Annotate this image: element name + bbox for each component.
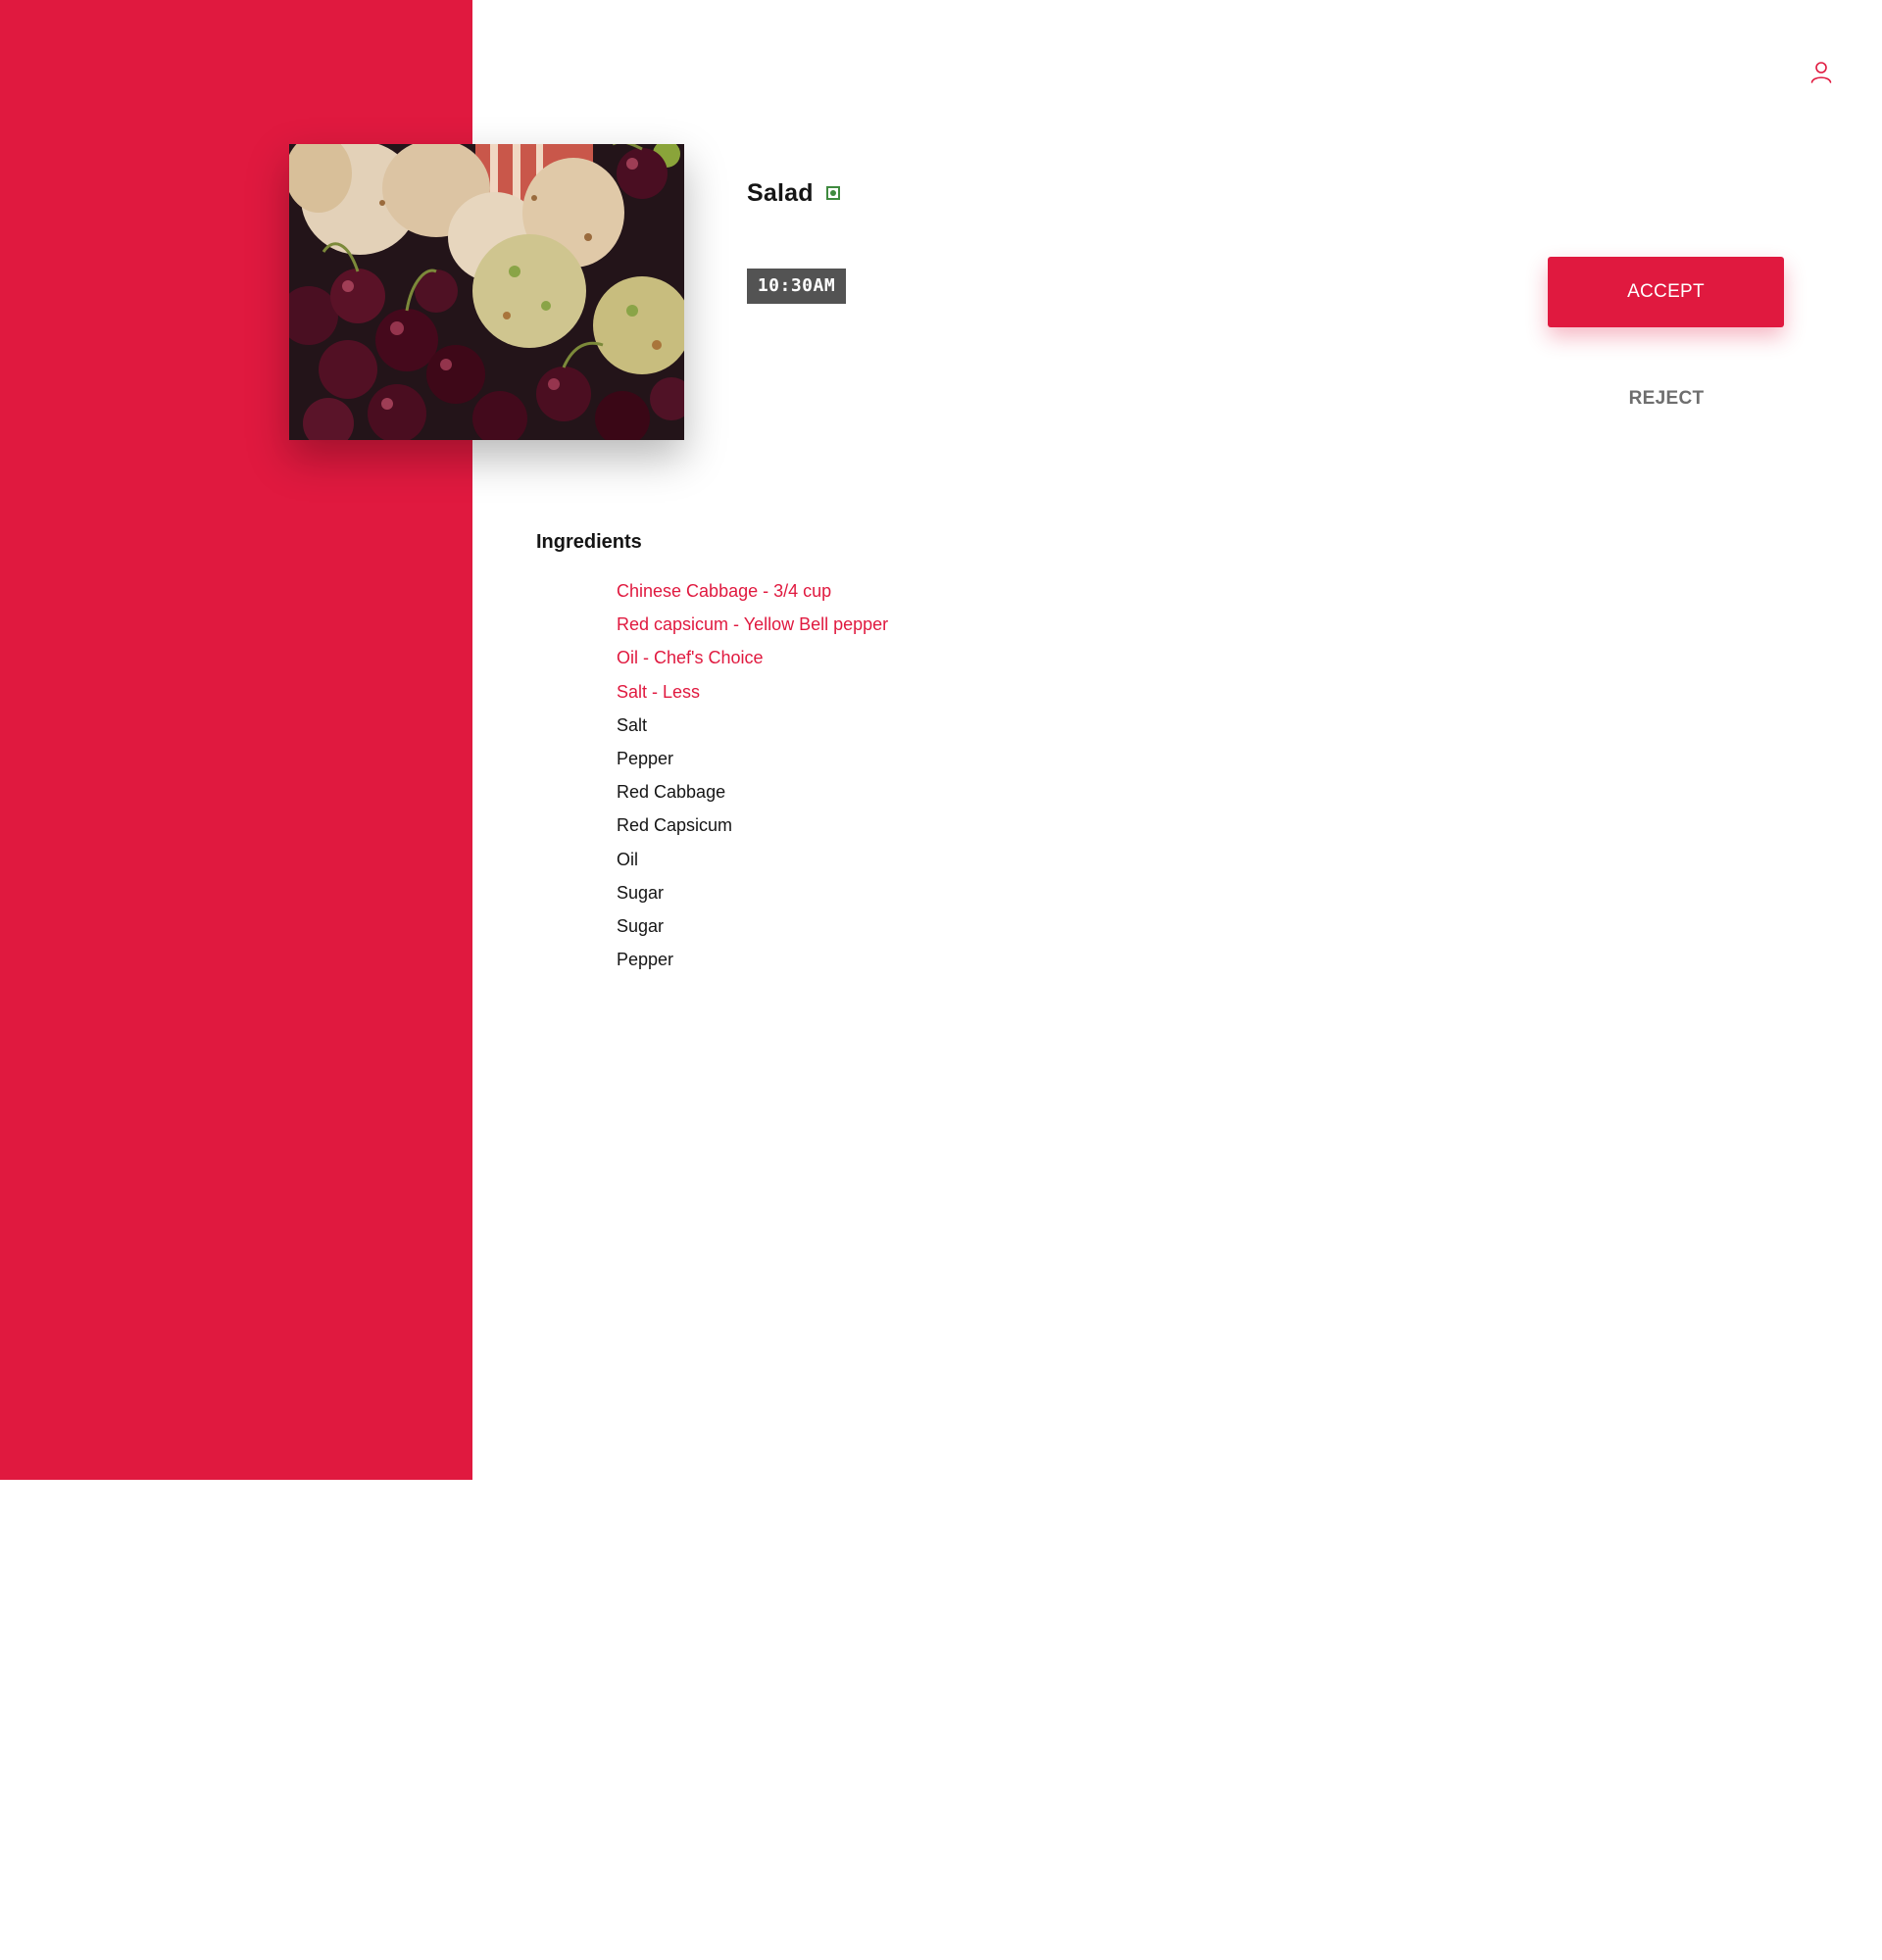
dish-photo: [289, 144, 684, 440]
ingredient-item: Oil: [617, 849, 638, 869]
ingredient-item: Red Cabbage: [617, 782, 726, 803]
order-time-badge: 10:30AM: [747, 269, 846, 304]
ingredient-item: Pepper: [617, 950, 674, 970]
ingredients-heading: Ingredients: [536, 531, 642, 553]
veg-indicator-icon: [826, 186, 840, 200]
ingredient-list: Chinese Cabbage - 3/4 cup Red capsicum -…: [617, 577, 888, 979]
ingredient-item: Red capsicum - Yellow Bell pepper: [617, 614, 889, 635]
ingredient-item: Salt - Less: [617, 681, 701, 702]
ingredient-item: Sugar: [617, 915, 665, 936]
dish-title: Salad: [747, 179, 814, 207]
ingredient-item: Oil - Chef's Choice: [617, 648, 764, 668]
ingredient-item: Red Capsicum: [617, 815, 733, 836]
reject-button[interactable]: REJECT: [1549, 384, 1784, 414]
ingredient-item: Sugar: [617, 882, 665, 903]
user-profile-icon[interactable]: [1808, 60, 1834, 85]
ingredient-item: Chinese Cabbage - 3/4 cup: [617, 581, 832, 601]
veg-indicator-dot: [830, 190, 836, 196]
ingredient-item: Pepper: [617, 748, 674, 768]
accept-button[interactable]: ACCEPT: [1548, 257, 1784, 327]
ingredient-item: Salt: [617, 714, 648, 735]
